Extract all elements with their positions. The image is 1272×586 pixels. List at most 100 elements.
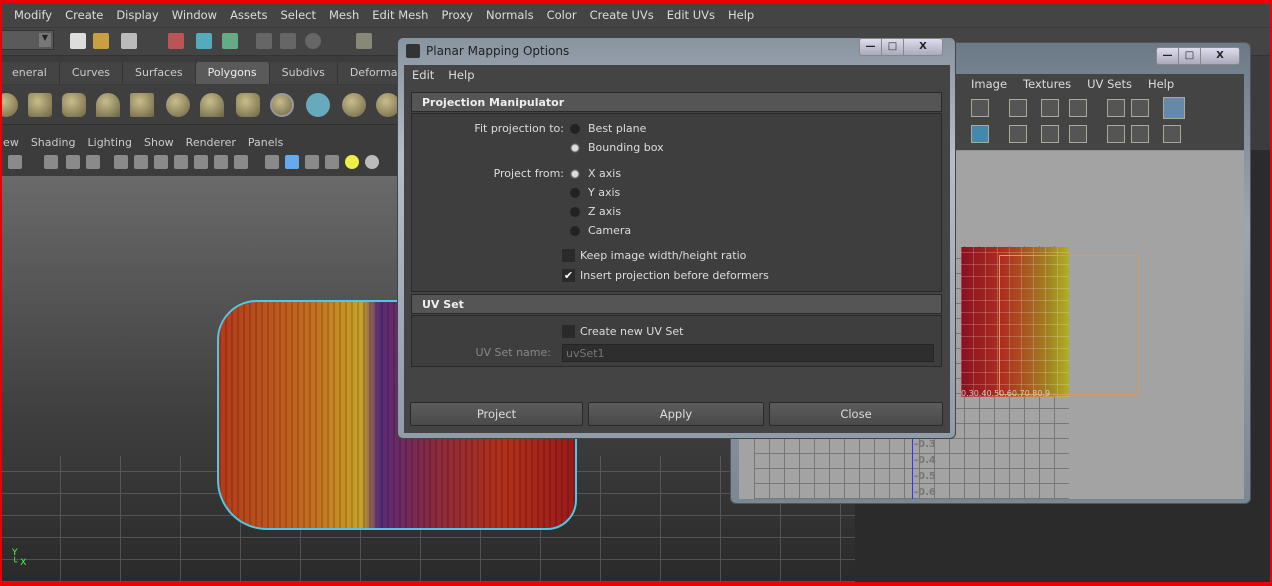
select-component-icon[interactable] [222, 33, 238, 49]
field-chart-icon[interactable] [194, 155, 208, 169]
uv-menu-image[interactable]: Image [971, 77, 1007, 91]
checkmark-icon[interactable]: ✔ [562, 269, 575, 282]
poly-plane-icon[interactable] [130, 93, 154, 117]
shrink-selection-icon[interactable] [1131, 125, 1149, 143]
safe-action-icon[interactable] [154, 155, 168, 169]
menu-window[interactable]: Window [172, 8, 217, 22]
create-uvset-checkbox[interactable]: Create new UV Set [562, 325, 683, 338]
poly-cylinder-icon[interactable] [62, 93, 86, 117]
tab-subdivs[interactable]: Subdivs [270, 62, 338, 84]
vp-menu-renderer[interactable]: Renderer [186, 136, 236, 149]
radio-z-axis[interactable]: Z axis [570, 205, 621, 218]
minimize-icon[interactable]: — [860, 39, 882, 55]
vp-menu-show[interactable]: Show [144, 136, 174, 149]
grid-toggle-icon[interactable] [114, 155, 128, 169]
menu-display[interactable]: Display [116, 8, 158, 22]
uv-menu-uv-sets[interactable]: UV Sets [1087, 77, 1132, 91]
vp-menu-lighting[interactable]: Lighting [88, 136, 132, 149]
uv-flip-icon[interactable] [971, 99, 989, 117]
grow-selection-icon[interactable] [1131, 99, 1149, 117]
menu-normals[interactable]: Normals [486, 8, 534, 22]
dialog-menu-help[interactable]: Help [448, 68, 474, 82]
open-scene-icon[interactable] [93, 33, 109, 49]
camera-icon[interactable] [8, 155, 22, 169]
wireframe-icon[interactable] [265, 155, 279, 169]
menu-proxy[interactable]: Proxy [441, 8, 473, 22]
save-scene-icon[interactable] [121, 33, 137, 49]
checkbox-box[interactable] [562, 325, 575, 338]
separate-icon[interactable] [306, 93, 330, 117]
tab-surfaces[interactable]: Surfaces [123, 62, 196, 84]
radio-bounding-box[interactable]: Bounding box [570, 141, 664, 154]
image-plane-icon[interactable] [66, 155, 80, 169]
radio-button[interactable] [570, 226, 580, 236]
menu-select[interactable]: Select [281, 8, 316, 22]
uv-grid-icon[interactable] [1009, 99, 1027, 117]
radio-button[interactable] [570, 169, 580, 179]
menu-edit-uvs[interactable]: Edit UVs [667, 8, 715, 22]
uv-set-header[interactable]: UV Set [411, 294, 942, 314]
cut-uv-icon[interactable] [971, 125, 989, 143]
textured-icon[interactable] [325, 155, 339, 169]
projection-manipulator-header[interactable]: Projection Manipulator [411, 92, 942, 112]
shaded-wire-icon[interactable] [305, 155, 319, 169]
radio-y-axis[interactable]: Y axis [570, 186, 620, 199]
sew-uv-icon[interactable] [1009, 125, 1027, 143]
menu-assets[interactable]: Assets [230, 8, 267, 22]
apply-button[interactable]: Apply [588, 402, 764, 426]
poly-torus-icon[interactable] [166, 93, 190, 117]
checkbox-box[interactable] [562, 249, 575, 262]
combine-icon[interactable] [342, 93, 366, 117]
move-down-icon[interactable] [1041, 125, 1059, 143]
radio-camera[interactable]: Camera [570, 224, 631, 237]
resolution-gate-icon[interactable] [134, 155, 148, 169]
new-scene-icon[interactable] [70, 33, 86, 49]
smooth-shade-icon[interactable] [285, 155, 299, 169]
texture-icon[interactable] [214, 155, 228, 169]
insert-projection-checkbox[interactable]: ✔Insert projection before deformers [562, 269, 769, 282]
select-shell-icon[interactable] [1107, 125, 1125, 143]
tab-polygons[interactable]: Polygons [196, 62, 270, 84]
menu-color[interactable]: Color [547, 8, 577, 22]
vp-menu-view[interactable]: iew [0, 136, 19, 149]
radio-x-axis[interactable]: X axis [570, 167, 621, 180]
move-up-icon[interactable] [1069, 125, 1087, 143]
radio-button[interactable] [570, 143, 580, 153]
shadows-icon[interactable] [365, 155, 379, 169]
move-right-icon[interactable] [1069, 99, 1087, 117]
uv-menu-help[interactable]: Help [1148, 77, 1174, 91]
close-button[interactable]: Close [769, 402, 943, 426]
menu-edit-mesh[interactable]: Edit Mesh [372, 8, 428, 22]
keep-ratio-checkbox[interactable]: Keep image width/height ratio [562, 249, 746, 262]
dialog-menu-edit[interactable]: Edit [412, 68, 434, 82]
snap-icon[interactable] [256, 33, 272, 49]
menu-create-uvs[interactable]: Create UVs [590, 8, 654, 22]
snap-grid-icon[interactable] [356, 33, 372, 49]
radio-best-plane[interactable]: Best plane [570, 122, 646, 135]
display-image-icon[interactable] [1163, 97, 1185, 119]
poly-cube-icon[interactable] [28, 93, 52, 117]
planar-mapping-icon[interactable] [270, 93, 294, 117]
vp-menu-panels[interactable]: Panels [248, 136, 283, 149]
uv-shell-outline[interactable] [999, 255, 1139, 395]
radio-button[interactable] [570, 188, 580, 198]
move-left-icon[interactable] [1041, 99, 1059, 117]
select-hierarchy-icon[interactable] [168, 33, 184, 49]
tab-curves[interactable]: Curves [60, 62, 123, 84]
maximize-icon[interactable]: □ [882, 39, 904, 55]
menu-help[interactable]: Help [728, 8, 754, 22]
radio-button[interactable] [570, 207, 580, 217]
select-object-icon[interactable] [196, 33, 212, 49]
maximize-icon[interactable]: □ [1179, 48, 1201, 64]
select-uv-icon[interactable] [1107, 99, 1125, 117]
uv-menu-textures[interactable]: Textures [1023, 77, 1071, 91]
vp-menu-shading[interactable]: Shading [31, 136, 76, 149]
square-icon[interactable] [280, 33, 296, 49]
tab-general[interactable]: eneral [0, 62, 60, 84]
film-gate-icon[interactable] [86, 155, 100, 169]
radio-button[interactable] [570, 124, 580, 134]
menu-set-dropdown[interactable]: ▼ [0, 30, 54, 50]
menu-modify[interactable]: Modify [14, 8, 52, 22]
safe-title-icon[interactable] [174, 155, 188, 169]
text-icon[interactable] [234, 155, 248, 169]
